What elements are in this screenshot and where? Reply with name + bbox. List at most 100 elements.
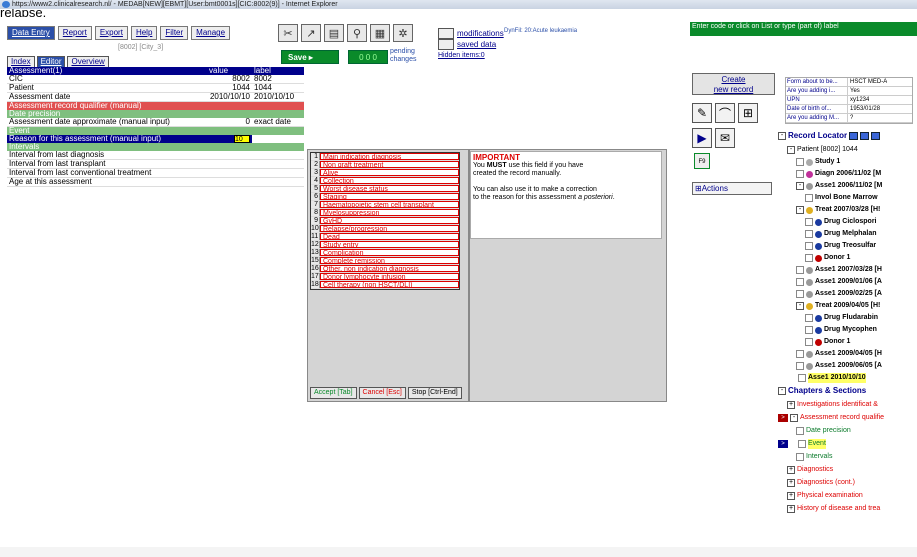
chapter-item[interactable]: + History of disease and trea <box>787 504 880 514</box>
edit-icon[interactable]: ✎ <box>692 103 712 123</box>
nav-first-icon[interactable] <box>849 132 859 140</box>
print-icon[interactable]: ▤ <box>324 24 344 42</box>
dynamic-filter[interactable]: DynFil: 20:Acute leukaemia <box>504 28 577 34</box>
menu-manage[interactable]: Manage <box>191 26 231 40</box>
record-node[interactable]: Drug Ciclospori <box>805 217 877 227</box>
chapter-item[interactable]: > - Assessment record qualifie <box>778 413 884 423</box>
stop-button[interactable]: Stop [Ctrl-End] <box>407 387 462 399</box>
record-node[interactable]: Study 1 <box>796 157 840 167</box>
reason-option[interactable]: 2 Non graft treatment <box>311 161 459 169</box>
chapter-label: Investigations identificat & <box>797 401 878 408</box>
expand-icon[interactable]: + <box>787 479 795 487</box>
record-node[interactable]: Asse1 2009/04/05 [H <box>796 349 882 359</box>
record-node[interactable]: Drug Treosulfar <box>805 241 876 251</box>
reason-option[interactable]: 9 GvHD <box>311 217 459 225</box>
menu-export[interactable]: Export <box>94 26 128 40</box>
collapse-icon[interactable]: - <box>796 206 804 214</box>
reason-option[interactable]: 11 Dead <box>311 233 459 241</box>
reason-option[interactable]: 17 Donor lymphocyte infusion <box>311 273 459 281</box>
option-label: Study entry <box>320 241 459 248</box>
nav-next-icon[interactable] <box>860 132 870 140</box>
chapter-item[interactable]: + Diagnostics <box>787 465 833 475</box>
record-node[interactable]: Drug Mycophen <box>805 325 877 335</box>
menu-help[interactable]: Help <box>130 26 158 40</box>
record-node[interactable]: - Treat 2009/04/05 [H! <box>796 301 880 311</box>
chapter-item[interactable]: Date precision <box>796 426 851 436</box>
chart-icon[interactable]: ↗ <box>301 24 321 42</box>
record-label: Treat 2009/04/05 [H! <box>815 302 881 309</box>
record-node[interactable]: Drug Melphalan <box>805 229 877 239</box>
reason-option[interactable]: 8 Myelosuppression <box>311 209 459 217</box>
collapse-icon[interactable]: - <box>796 182 804 190</box>
create-new-record-button[interactable]: Create new record <box>692 73 775 95</box>
collapse-icon[interactable]: - <box>787 146 795 154</box>
record-node[interactable]: Drug Fludarabin <box>805 313 878 323</box>
record-node[interactable]: - Asse1 2006/11/02 [M <box>796 181 882 191</box>
reason-option[interactable]: 4 Collection <box>311 177 459 185</box>
collapse-icon[interactable]: - <box>778 387 786 395</box>
collapse-icon[interactable]: - <box>778 132 786 140</box>
reason-value-cell[interactable]: 10 <box>207 135 252 143</box>
accept-button[interactable]: Accept [Tab] <box>310 387 357 399</box>
menu-data-entry[interactable]: Data Entry <box>7 26 55 40</box>
form-info-value: ? <box>850 115 854 121</box>
next-icon[interactable]: ▶ <box>692 128 712 148</box>
record-node[interactable]: >Asse1 2010/10/10 <box>796 373 866 383</box>
chapter-item[interactable]: > Event <box>778 439 826 449</box>
reason-option[interactable]: 16 Other, non indication diagnosis <box>311 265 459 273</box>
reason-option[interactable]: 12 Study entry <box>311 241 459 249</box>
assessment-row[interactable]: Age at this assessment <box>7 177 304 187</box>
chapter-item[interactable]: + Diagnostics (cont.) <box>787 478 855 488</box>
hidden-items-link[interactable]: Hidden items:0 <box>438 50 485 61</box>
reason-option[interactable]: 18 Cell therapy (non HSCT/DLI) <box>311 281 459 289</box>
collapse-icon[interactable]: - <box>796 302 804 310</box>
record-node[interactable]: Diagn 2006/11/02 [M <box>796 169 881 179</box>
record-node[interactable]: Asse1 2009/02/25 [A <box>796 289 882 299</box>
reason-option[interactable]: 6 Staging <box>311 193 459 201</box>
record-node[interactable]: - Treat 2007/03/28 [H! <box>796 205 880 215</box>
expand-icon[interactable]: + <box>787 492 795 500</box>
nav-last-icon[interactable] <box>871 132 881 140</box>
record-node[interactable]: Donor 1 <box>805 337 850 347</box>
assessment-row[interactable]: Reason for this assessment (manual input… <box>7 135 304 143</box>
record-node[interactable]: Asse1 2009/01/06 [A <box>796 277 882 287</box>
reason-option[interactable]: 7 Haematopoietic stem cell transplant <box>311 201 459 209</box>
record-node[interactable]: Asse1 2009/06/05 [A <box>796 361 882 371</box>
reason-value-input[interactable]: 10 <box>234 135 250 143</box>
assessment-row[interactable]: Assessment date approximate (manual inpu… <box>7 118 304 127</box>
reason-option[interactable]: 5 Worst disease status <box>311 185 459 193</box>
save-button[interactable]: Save ▸ <box>281 50 339 64</box>
record-node[interactable]: - Patient [8002] 1044 <box>787 145 858 155</box>
expand-icon[interactable]: + <box>787 466 795 474</box>
search-icon[interactable]: ⚲ <box>347 24 367 42</box>
record-node[interactable]: Invol Bone Marrow <box>805 193 878 203</box>
record-type-icon <box>815 242 822 250</box>
menu-report[interactable]: Report <box>57 26 92 40</box>
reason-option[interactable]: 15 Complete remission <box>311 257 459 265</box>
expand-icon[interactable]: + <box>787 401 795 409</box>
config-icon[interactable]: ✲ <box>393 24 413 42</box>
record-node[interactable]: Asse1 2007/03/28 [H <box>796 265 882 275</box>
actions-button[interactable]: ⊞Actions <box>692 182 772 195</box>
modifications-link[interactable]: modifications <box>457 28 504 39</box>
menu-filter[interactable]: Filter <box>160 26 189 40</box>
tools-icon[interactable]: ✂ <box>278 24 298 42</box>
spreadsheet-icon[interactable]: ▦ <box>370 24 390 42</box>
chapter-item[interactable]: + Physical examination <box>787 491 863 501</box>
saved-data-link[interactable]: saved data <box>457 39 496 50</box>
envelope-icon[interactable]: ✉ <box>715 128 735 148</box>
record-node[interactable]: Donor 1 <box>805 253 850 263</box>
chapter-item[interactable]: Intervals <box>796 452 832 462</box>
expand-icon[interactable]: + <box>787 505 795 513</box>
cancel-button[interactable]: Cancel [Esc] <box>358 387 406 399</box>
chapter-item[interactable]: + Investigations identificat & <box>787 400 878 410</box>
add-page-icon[interactable]: ⊞ <box>738 103 758 123</box>
f9-button[interactable]: F9 <box>694 153 710 169</box>
collapse-icon[interactable]: - <box>790 414 798 422</box>
important-title: IMPORTANT <box>473 153 520 162</box>
reason-option[interactable]: 3 Alive <box>311 169 459 177</box>
reason-option[interactable]: 10 Relapse/progression <box>311 225 459 233</box>
reason-option[interactable]: 13 Complication <box>311 249 459 257</box>
curve-icon[interactable]: ⌒ <box>715 103 735 123</box>
reason-option[interactable]: 1 Main indication diagnosis <box>311 153 459 161</box>
